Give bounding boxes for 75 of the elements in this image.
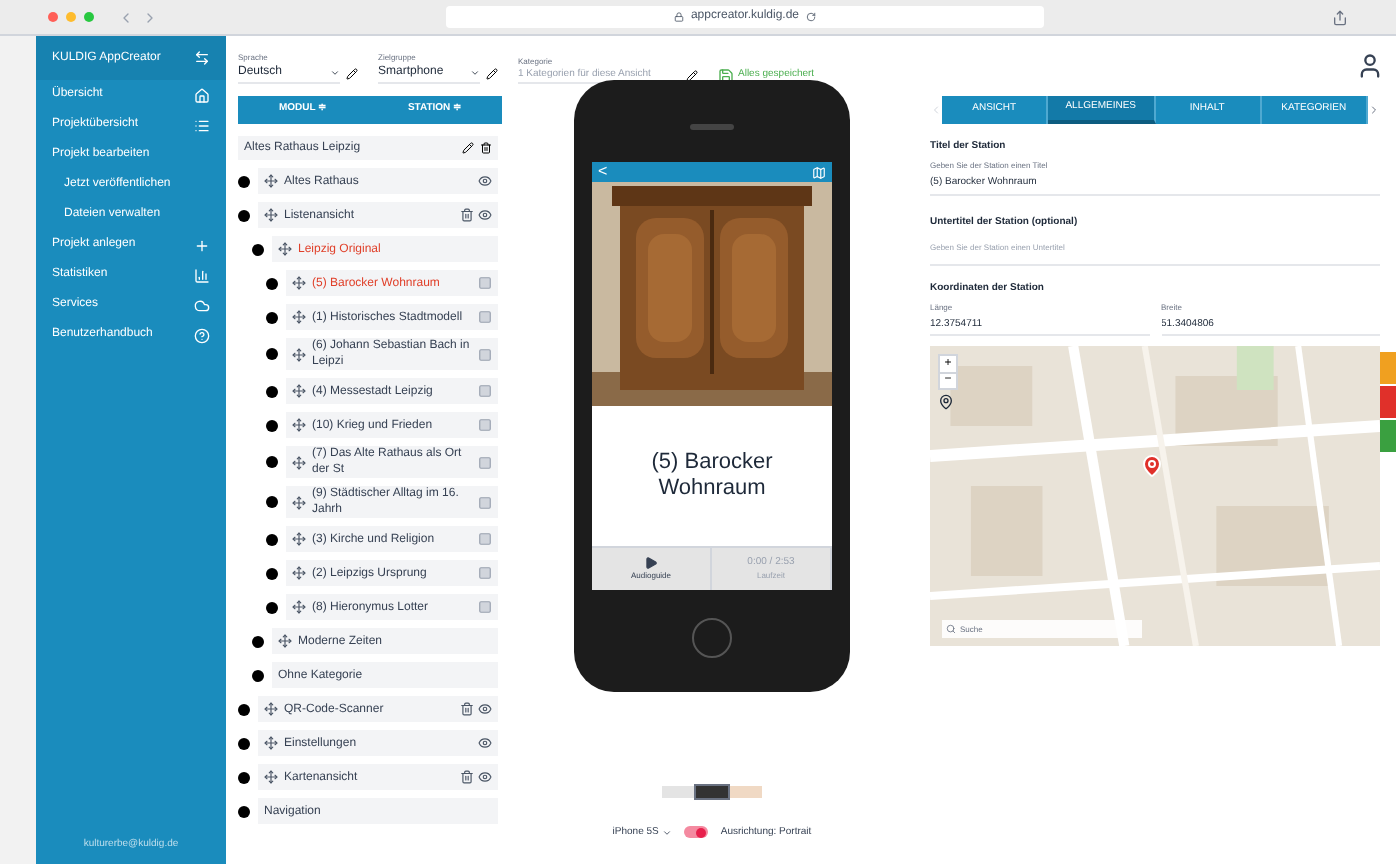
bullet-icon — [238, 703, 250, 715]
bullet-icon — [266, 601, 278, 613]
bullet-icon — [266, 348, 278, 360]
move-icon[interactable] — [292, 310, 306, 324]
bullet-icon — [252, 243, 264, 255]
color-swatch[interactable] — [696, 785, 728, 797]
pencil-icon[interactable] — [462, 142, 474, 154]
bullet-icon — [266, 567, 278, 579]
reload-icon[interactable] — [805, 12, 816, 22]
caret-icon — [470, 68, 480, 78]
trash-icon[interactable] — [460, 702, 474, 716]
move-icon[interactable] — [292, 495, 306, 509]
move-icon[interactable] — [264, 702, 278, 716]
trash-icon[interactable] — [460, 208, 474, 222]
bullet-icon — [266, 385, 278, 397]
orientation-toggle[interactable] — [684, 826, 709, 839]
move-icon[interactable] — [292, 384, 306, 398]
move-icon[interactable] — [264, 736, 278, 750]
eye-icon[interactable] — [478, 770, 492, 784]
move-icon[interactable] — [292, 600, 306, 614]
bullet-icon — [252, 635, 264, 647]
swap-icon[interactable] — [194, 50, 210, 66]
pencil-icon[interactable] — [486, 68, 498, 80]
color-swatch[interactable] — [730, 785, 762, 797]
bullet-icon — [266, 277, 278, 289]
caret-icon — [662, 827, 673, 838]
play-icon — [644, 556, 658, 570]
eye-icon[interactable] — [478, 702, 492, 716]
bullet-icon — [238, 209, 250, 221]
list-icon — [194, 117, 210, 133]
search-icon — [946, 623, 956, 633]
move-icon[interactable] — [292, 418, 306, 432]
cloud-icon — [194, 297, 210, 313]
bullet-icon — [252, 669, 264, 681]
move-icon[interactable] — [292, 532, 306, 546]
move-icon[interactable] — [278, 242, 292, 256]
move-icon[interactable] — [278, 634, 292, 648]
move-icon[interactable] — [292, 566, 306, 580]
bullet-icon — [266, 533, 278, 545]
bullet-icon — [238, 771, 250, 783]
share-icon[interactable] — [1332, 9, 1348, 25]
move-icon[interactable] — [264, 770, 278, 784]
map-pin-icon — [1140, 453, 1164, 477]
phone-speaker — [690, 124, 734, 130]
move-icon[interactable] — [292, 455, 306, 469]
bullet-icon — [266, 496, 278, 508]
eye-icon[interactable] — [478, 736, 492, 750]
map-icon[interactable] — [812, 165, 826, 179]
trash-icon[interactable] — [460, 770, 474, 784]
eye-icon[interactable] — [478, 208, 492, 222]
move-icon[interactable] — [292, 276, 306, 290]
help-icon — [194, 327, 210, 343]
pencil-icon[interactable] — [346, 68, 358, 80]
move-icon[interactable] — [264, 174, 278, 188]
bullet-icon — [238, 805, 250, 817]
bullet-icon — [266, 419, 278, 431]
move-icon[interactable] — [292, 347, 306, 361]
locate-icon[interactable] — [938, 393, 954, 409]
move-icon[interactable] — [264, 208, 278, 222]
back-button[interactable]: < — [598, 164, 608, 180]
avatar-icon[interactable] — [1356, 52, 1384, 80]
lock-icon — [674, 12, 685, 22]
bullet-icon — [266, 456, 278, 468]
color-swatch[interactable] — [662, 785, 694, 797]
chart-icon — [194, 267, 210, 283]
bullet-icon — [238, 175, 250, 187]
eye-icon[interactable] — [478, 174, 492, 188]
caret-icon — [330, 68, 340, 78]
pencil-icon[interactable] — [686, 69, 698, 82]
station-title: (5) Barocker Wohnraum — [649, 450, 775, 502]
bullet-icon — [266, 311, 278, 323]
bullet-icon — [238, 737, 250, 749]
home-icon — [194, 87, 210, 103]
plus-icon — [194, 237, 210, 253]
trash-icon[interactable] — [480, 142, 492, 154]
